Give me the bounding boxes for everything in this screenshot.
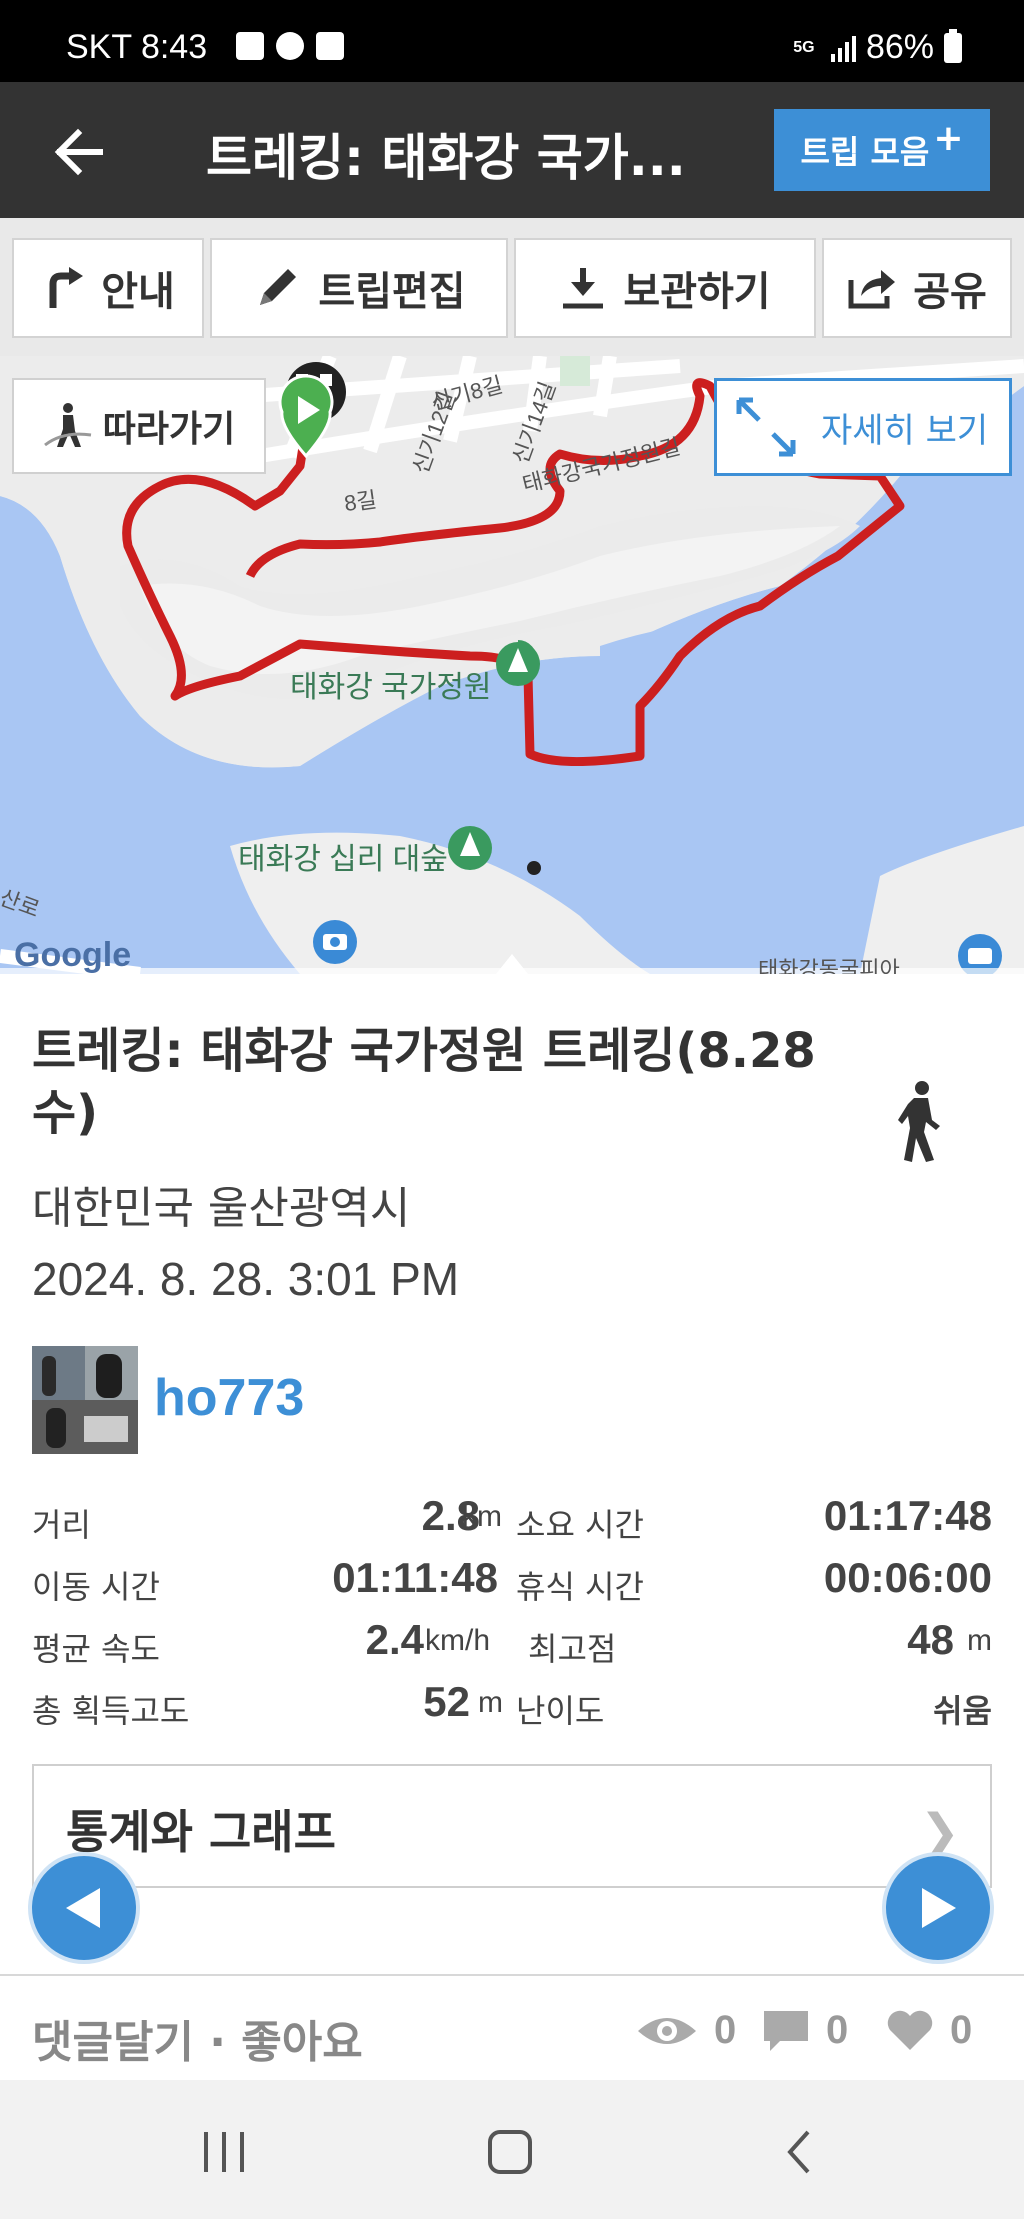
follow-button[interactable]: 따라가기: [12, 378, 266, 474]
back-arrow-icon: [54, 128, 103, 176]
avg-speed-label: 평균 속도: [32, 1630, 160, 1668]
edit-trip-label: 트립편집: [318, 269, 466, 315]
chat-icon: [276, 32, 304, 60]
triangle-right-icon: [922, 1888, 956, 1928]
share-label: 공유: [913, 269, 987, 315]
distance-label: 거리: [32, 1506, 91, 1544]
stat-row: 평균 속도 2.4 km/h 최고점 48 m: [32, 1616, 992, 1678]
plus-icon: +: [933, 117, 964, 159]
likes-count: 0: [886, 2008, 972, 2053]
battery-icon: [944, 28, 962, 63]
follow-label: 따라가기: [102, 409, 236, 450]
user-avatar[interactable]: [32, 1346, 138, 1454]
home-icon[interactable]: [486, 2128, 534, 2176]
elevation-gain-value: 52: [423, 1678, 470, 1725]
status-bar: SKT 8:43 5G 86%: [0, 0, 1024, 82]
notification-icons: [236, 32, 344, 60]
duration-value: 01:17:48: [823, 1492, 992, 1539]
gallery-icon: [236, 32, 264, 60]
turn-arrow-icon: [49, 267, 84, 308]
eye-icon: [638, 2017, 696, 2044]
distance-unit: km: [462, 1500, 502, 1533]
max-elevation-unit: m: [967, 1624, 992, 1657]
guide-label: 안내: [101, 269, 175, 315]
trip-collection-button[interactable]: 트립 모음 +: [774, 109, 990, 191]
app-icon: [316, 32, 344, 60]
next-trip-button[interactable]: [882, 1852, 994, 1964]
avg-speed-value: 2.4: [365, 1616, 424, 1663]
duration-label: 소요 시간: [516, 1506, 644, 1544]
elevation-gain-unit: m: [478, 1686, 503, 1719]
save-label: 보관하기: [623, 269, 771, 315]
save-button[interactable]: 보관하기: [514, 238, 816, 338]
triangle-left-icon: [66, 1888, 100, 1928]
garden-label: 태화강 국가정원: [290, 671, 492, 704]
stat-row: 총 획득고도 52 m 난이도 쉬움: [32, 1678, 992, 1740]
walking-icon: [898, 1081, 940, 1162]
share-button[interactable]: 공유: [822, 238, 1012, 338]
signal-icon: [830, 34, 856, 62]
comment-bar: 댓글달기 · 좋아요 0 0 0: [0, 1976, 1024, 2080]
road-label: 8길: [342, 486, 379, 517]
max-elevation-value: 48: [907, 1616, 954, 1663]
trip-datetime: 2024. 8. 28. 3:01 PM: [32, 1253, 460, 1305]
comment-like-link[interactable]: 댓글달기 · 좋아요: [32, 2006, 363, 2070]
avg-speed-unit: km/h: [425, 1624, 491, 1657]
network-5g-icon: 5G: [793, 38, 815, 56]
comments-count: 0: [762, 2008, 848, 2053]
likes-number: 0: [950, 2008, 973, 2052]
prev-trip-button[interactable]: [28, 1852, 140, 1964]
recent-apps-icon[interactable]: [200, 2130, 248, 2174]
difficulty-label: 난이도: [516, 1692, 605, 1730]
views-number: 0: [714, 2008, 737, 2052]
route-map[interactable]: 태화강국가정원길 신기8길 신기12길 신기14길 8길 산로 태화강동굴피아 …: [0, 356, 1024, 974]
stat-row: 이동 시간 01:11:48 휴식 시간 00:06:00: [32, 1554, 992, 1616]
max-elevation-label: 최고점: [528, 1630, 617, 1668]
stat-row: 거리 2.8 km 소요 시간 01:17:48: [32, 1492, 992, 1554]
share-icon: [848, 270, 896, 309]
trip-title: 트레킹: 태화강 국가정원 트레킹(8.28 수): [32, 1023, 816, 1141]
comments-number: 0: [826, 2008, 849, 2052]
back-button[interactable]: [46, 118, 114, 186]
app-header: 트레킹: 태화강 국가... 트립 모음 +: [0, 82, 1024, 218]
forest-label: 태화강 십리 대숲: [238, 843, 448, 876]
elevation-gain-label: 총 획득고도: [32, 1692, 190, 1730]
edit-trip-button[interactable]: 트립편집: [210, 238, 508, 338]
username-link[interactable]: ho773: [154, 1368, 304, 1428]
carrier-time: SKT 8:43: [66, 28, 208, 66]
rest-time-label: 휴식 시간: [516, 1568, 644, 1606]
moving-time-label: 이동 시간: [32, 1568, 160, 1606]
download-icon: [563, 268, 604, 309]
page-title: 트레킹: 태화강 국가...: [206, 129, 686, 187]
system-navigation-bar: [0, 2080, 1024, 2219]
back-nav-icon[interactable]: [780, 2128, 820, 2176]
detail-view-label: 자세히 보기: [821, 410, 989, 451]
google-logo: Google: [14, 936, 132, 974]
battery-percent: 86%: [865, 28, 934, 66]
heart-icon: [887, 2010, 933, 2050]
stats-graph-label: 통계와 그래프: [66, 1805, 336, 1859]
trip-stats: 거리 2.8 km 소요 시간 01:17:48 이동 시간 01:11:48 …: [32, 1492, 992, 1740]
expand-icon: [736, 397, 796, 457]
hiker-icon: [43, 403, 91, 447]
poi-label: 태화강동굴피아: [758, 957, 900, 974]
views-count: 0: [636, 2008, 736, 2053]
rest-time-value: 00:06:00: [823, 1554, 992, 1601]
guide-button[interactable]: 안내: [12, 238, 204, 338]
detail-view-button[interactable]: 자세히 보기: [714, 378, 1012, 476]
comment-bubble-icon: [764, 2010, 808, 2051]
moving-time-value: 01:11:48: [332, 1554, 498, 1601]
stats-graph-button[interactable]: 통계와 그래프 ❯: [32, 1764, 992, 1888]
trip-collection-label: 트립 모음: [800, 133, 930, 171]
difficulty-value: 쉬움: [933, 1692, 992, 1730]
pencil-icon: [260, 269, 297, 305]
forest-tree-icon: [448, 826, 492, 870]
camera-poi-icon: [313, 920, 357, 964]
trip-location: 대한민국 울산광역시: [32, 1183, 411, 1234]
action-bar: 안내 트립편집 보관하기 공유: [0, 218, 1024, 356]
